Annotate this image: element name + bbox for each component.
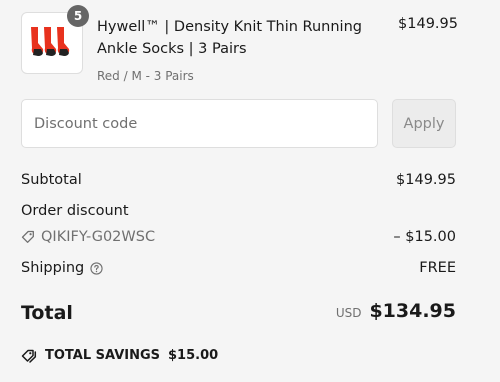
help-circle-icon[interactable] (90, 261, 103, 275)
total-savings: TOTAL SAVINGS $15.00 (21, 348, 218, 363)
savings-value: $15.00 (168, 348, 219, 363)
apply-button[interactable]: Apply (392, 99, 456, 148)
product-name: Hywell™ | Density Knit Thin Running Ankl… (97, 19, 362, 57)
currency-code: USD (335, 306, 362, 320)
quantity-badge: 5 (67, 5, 89, 27)
order-discount-label: Order discount (21, 203, 129, 219)
total-value: $134.95 (369, 300, 456, 322)
discount-tag-icon (21, 349, 37, 363)
discount-code-label: QIKIFY-G02WSC (41, 229, 156, 245)
shipping-value: FREE (419, 260, 456, 276)
discount-amount: – $15.00 (393, 229, 456, 245)
subtotal-value: $149.95 (396, 172, 456, 188)
product-variant: Red / M - 3 Pairs (97, 69, 194, 83)
total-label: Total (21, 302, 73, 324)
subtotal-label: Subtotal (21, 172, 82, 188)
tag-icon (21, 230, 34, 243)
discount-code-input[interactable] (21, 99, 378, 148)
shipping-label: Shipping (21, 260, 85, 276)
line-item: 5 Hywell™ | Density Knit Thin Running An… (21, 5, 458, 83)
savings-label: TOTAL SAVINGS (45, 348, 161, 363)
product-price: $149.95 (398, 16, 458, 32)
